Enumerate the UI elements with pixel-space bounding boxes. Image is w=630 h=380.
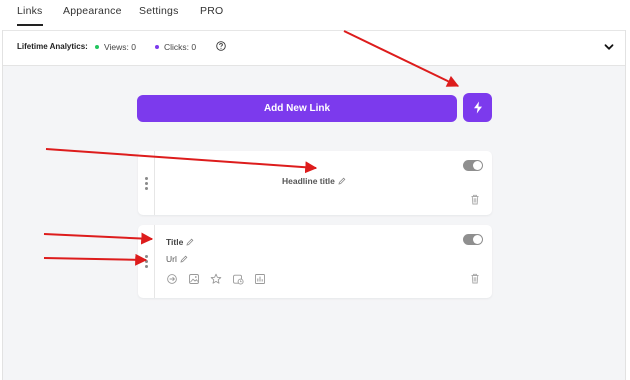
clicks-stat: Clicks: 0: [155, 42, 196, 52]
star-icon[interactable]: [210, 273, 222, 285]
analytics-label: Lifetime Analytics:: [17, 42, 88, 51]
tab-settings[interactable]: Settings: [139, 5, 179, 17]
help-icon[interactable]: [216, 41, 226, 51]
link-title[interactable]: Title: [166, 237, 194, 247]
tab-links[interactable]: Links: [17, 5, 43, 26]
add-new-link-button[interactable]: Add New Link: [137, 95, 457, 122]
chevron-down-icon[interactable]: [603, 41, 615, 53]
frame-edge: [625, 0, 626, 380]
thumbnail-icon[interactable]: [188, 273, 200, 285]
app-frame: Links Appearance Settings PRO Lifetime A…: [0, 0, 630, 380]
headline-card: Headline title: [138, 151, 492, 215]
pencil-icon[interactable]: [186, 238, 194, 246]
analytics-bar[interactable]: Lifetime Analytics: Views: 0 Clicks: 0: [3, 31, 625, 66]
tab-bar: Links Appearance Settings PRO: [0, 0, 626, 30]
redirect-icon[interactable]: [166, 273, 178, 285]
drag-handle[interactable]: [138, 151, 155, 215]
link-title-text: Title: [166, 237, 184, 247]
pencil-icon[interactable]: [180, 255, 188, 263]
tab-pro[interactable]: PRO: [200, 5, 223, 17]
views-dot: [95, 45, 99, 49]
tab-appearance[interactable]: Appearance: [63, 5, 122, 17]
link-card: Title Url: [138, 225, 492, 298]
link-url-text: Url: [166, 254, 177, 264]
drag-handle[interactable]: [138, 225, 155, 298]
headline-title[interactable]: Headline title: [282, 176, 346, 186]
visibility-toggle[interactable]: [463, 234, 483, 245]
schedule-icon[interactable]: [232, 273, 244, 285]
lightning-icon: [473, 101, 482, 114]
clicks-dot: [155, 45, 159, 49]
link-tools: [166, 273, 266, 285]
views-count: Views: 0: [104, 42, 136, 52]
pencil-icon[interactable]: [338, 177, 346, 185]
trash-icon[interactable]: [470, 194, 480, 205]
clicks-count: Clicks: 0: [164, 42, 197, 52]
views-stat: Views: 0: [95, 42, 136, 52]
link-url[interactable]: Url: [166, 254, 188, 264]
visibility-toggle[interactable]: [463, 160, 483, 171]
trash-icon[interactable]: [470, 273, 480, 284]
headline-title-text: Headline title: [282, 176, 335, 186]
analytics-icon[interactable]: [254, 273, 266, 285]
quick-action-button[interactable]: [463, 93, 492, 122]
